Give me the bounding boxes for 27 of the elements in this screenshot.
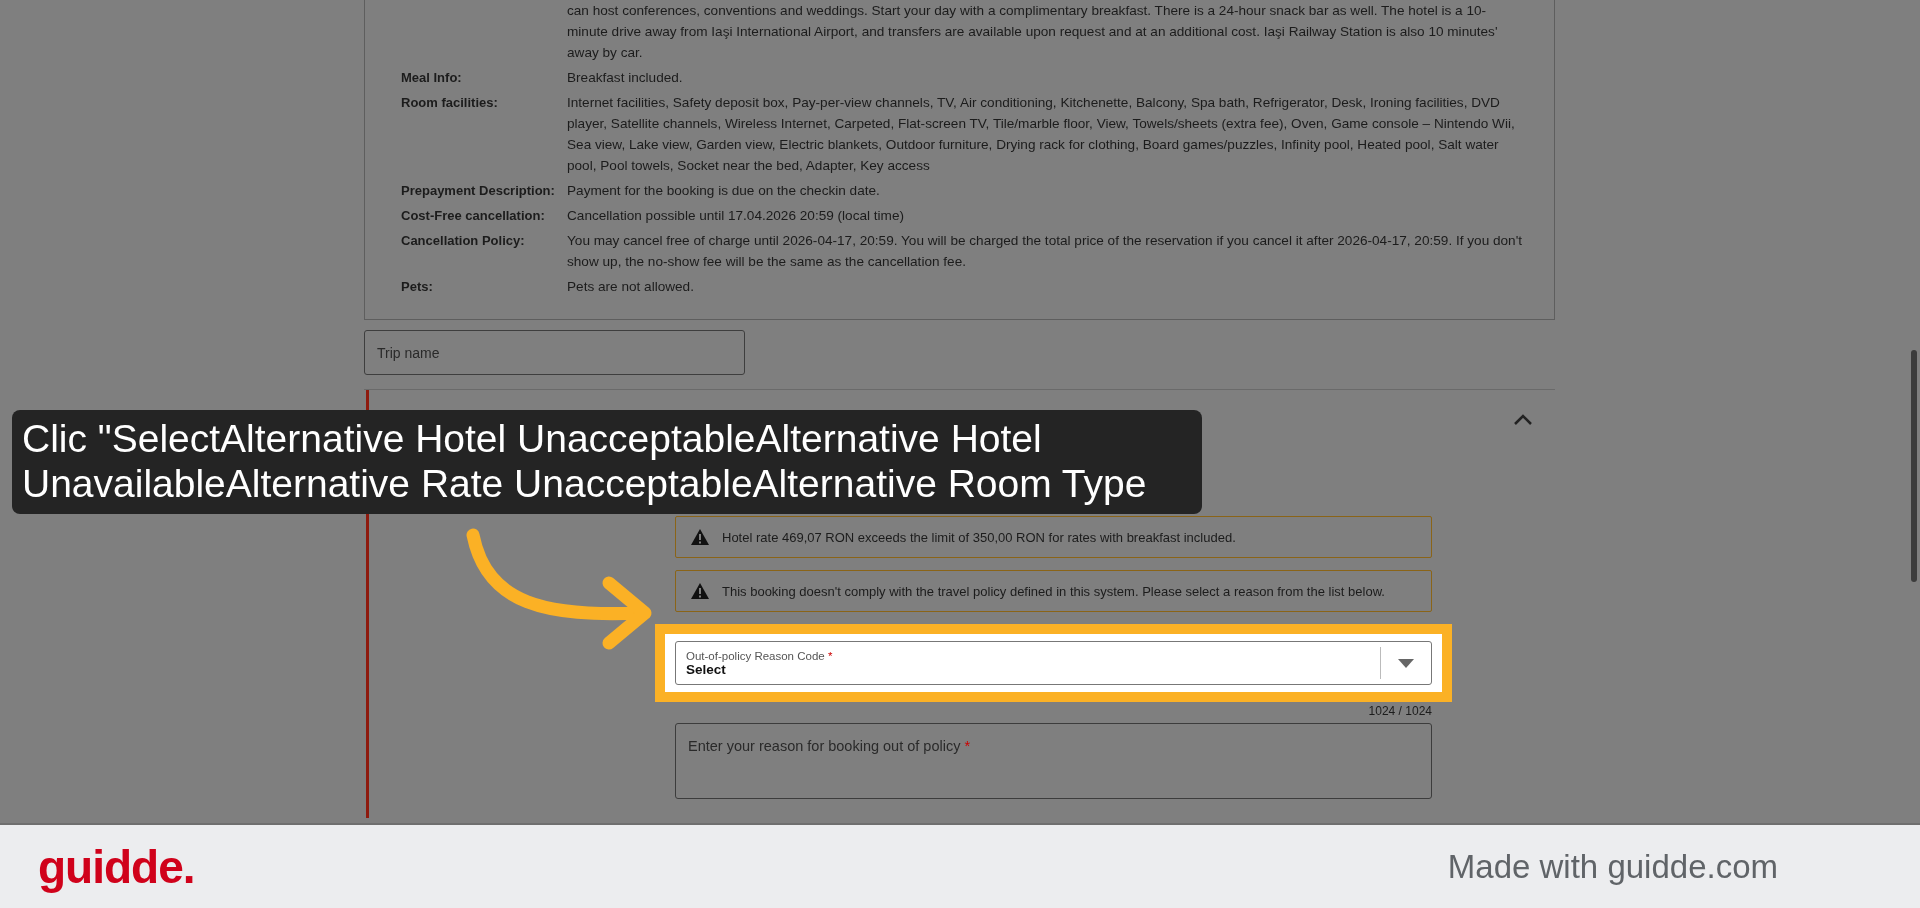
character-counter: 1024 / 1024 [1368, 704, 1432, 718]
guidde-logo: guidde. [38, 839, 195, 894]
scrollbar-thumb[interactable] [1911, 350, 1917, 582]
caret-icon [1398, 658, 1414, 668]
detail-label: Pets: [401, 278, 434, 296]
detail-value: Internet facilities, Safety deposit box, Pay-per-view channels, TV, Air conditioning, Kitchenette, Balcony, Spa bath, Refrigerator, Desk, Ironing facilities, DVD player, Satellite channels, Wireless Internet, Carpeted, Flat-screen TV, Tile/marble floor, View, Towels/sheets (extra fee), Oven, Game console – Nintendo Wii, Sea view, Lake view, Garden view, Electric blankets, Outdoor furniture, Drying rack for clothing, Board games/puzzles, Infinity pool, Heated pool, Salt water pool, Pool towels, Socket near the bed, Adapter, Key access [567, 94, 1516, 175]
trip-name-field[interactable]: Trip name [364, 330, 745, 375]
detail-value: Payment for the booking is due on the checkin date. [567, 182, 881, 200]
warning-text: Hotel rate 469,07 RON exceeds the limit of 350,00 RON for rates with breakfast included. [722, 529, 1236, 545]
warning-icon [690, 528, 710, 546]
detail-value: Cancellation possible until 17.04.2026 20:59 (local time) [567, 207, 906, 225]
warning-icon [690, 582, 710, 600]
detail-value: You may cancel free of charge until 2026-04-17, 20:59. You will be charged the total price of the reservation if you cancel it after 2026-04-17, 20:59. If you don't show up, the no-show fee will be the same as the cancellation fee. [567, 232, 1524, 271]
detail-label: Meal Info: [401, 69, 463, 87]
hotel-description: can host conferences, conventions and weddings. Start your day with a complimentary breakfast. There is a 24-hour snack bar as well. The hotel is a 10-minute drive away from Iaşi International Airport, and transfers are available upon request and at an additional cost. Iaşi Railway Station is also 10 minutes' away by car. [567, 2, 1499, 62]
warning-text: This booking doesn't comply with the travel policy defined in this system. Please select a reason from the list below. [722, 583, 1385, 599]
detail-label: Cost-Free cancellation: [401, 207, 546, 225]
instruction-callout: Clic "SelectAlternative Hotel UnacceptableAlternative Hotel UnavailableAlternative Rate UnacceptableAlternative Room Type [12, 410, 1202, 514]
reason-text-field[interactable]: Enter your reason for booking out of policy * [675, 723, 1432, 799]
detail-label: Prepayment Description: [401, 182, 556, 200]
detail-value: Breakfast included. [567, 69, 684, 87]
detail-value: Pets are not allowed. [567, 278, 695, 296]
detail-label: Cancellation Policy: [401, 232, 526, 250]
detail-label: Room facilities: [401, 94, 499, 112]
chevron-up-icon[interactable] [1513, 412, 1533, 426]
credit-text: Made with guidde.com [1447, 847, 1778, 886]
reason-code-dropdown[interactable]: Out-of-policy Reason Code * Select [675, 641, 1432, 685]
